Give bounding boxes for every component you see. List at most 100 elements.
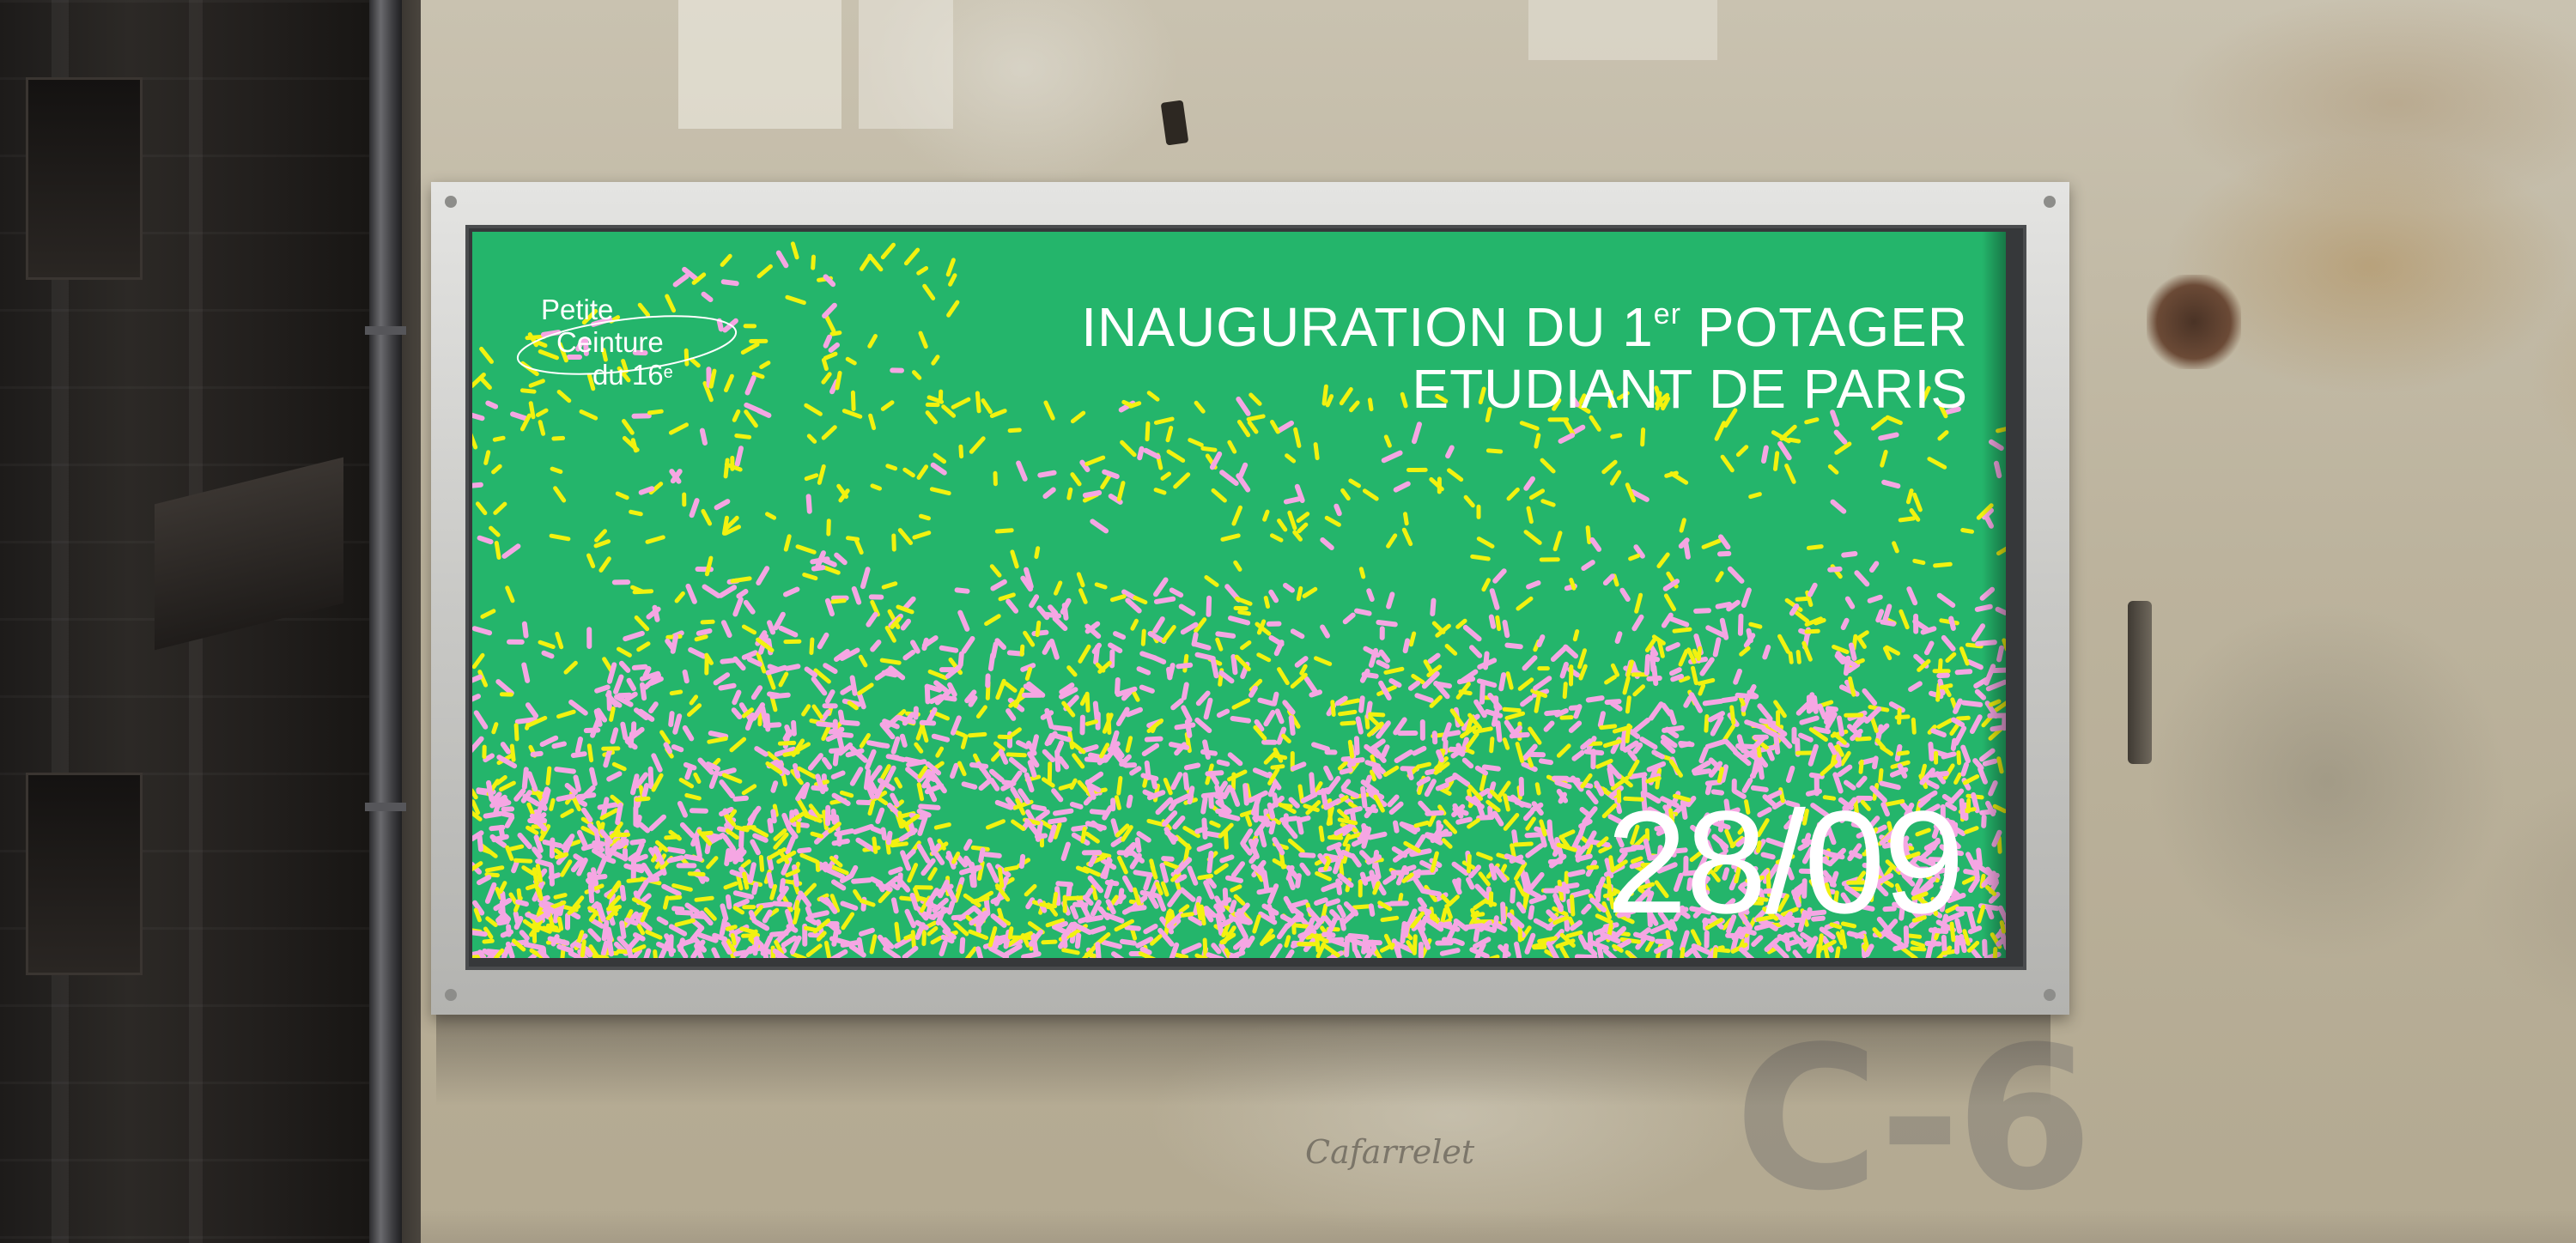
sprinkle-yellow — [951, 397, 971, 409]
sprinkle-pink — [1966, 908, 1977, 931]
sprinkle-yellow — [1570, 894, 1576, 917]
sprinkle-yellow — [1472, 726, 1493, 734]
sprinkle-yellow — [1552, 531, 1563, 552]
sprinkle-pink — [841, 719, 860, 726]
sprinkle-yellow — [1146, 818, 1165, 828]
sprinkle-pink — [1110, 836, 1125, 847]
sprinkle-pink — [1249, 685, 1258, 698]
sprinkle-pink — [1008, 756, 1028, 773]
sprinkle-pink — [606, 771, 623, 782]
sprinkle-pink — [499, 899, 507, 921]
sprinkle-pink — [1168, 742, 1190, 750]
sprinkle-yellow — [823, 351, 838, 361]
sprinkle-yellow — [609, 706, 616, 722]
sprinkle-pink — [1524, 831, 1546, 839]
headline-line1: INAUGURATION DU 1er POTAGER — [1081, 296, 1968, 358]
sprinkle-yellow — [1625, 949, 1637, 958]
sprinkle-pink — [500, 810, 514, 819]
sprinkle-pink — [1268, 820, 1276, 835]
sprinkle-yellow — [885, 464, 898, 471]
sprinkle-yellow — [1330, 700, 1336, 717]
sprinkle-yellow — [1061, 948, 1080, 955]
sprinkle-pink — [1444, 774, 1459, 784]
sprinkle-yellow — [1315, 870, 1332, 882]
sprinkle-yellow — [1227, 769, 1248, 782]
sprinkle-yellow — [1485, 448, 1504, 454]
sprinkle-yellow — [1912, 492, 1923, 512]
sprinkle-pink — [951, 914, 966, 921]
sprinkle-pink — [1451, 861, 1469, 876]
sprinkle-yellow — [1287, 510, 1297, 531]
sprinkle-yellow — [1003, 865, 1019, 872]
sprinkle-pink — [718, 682, 737, 691]
sprinkle-pink — [931, 733, 951, 743]
sprinkle-pink — [1720, 696, 1738, 703]
sprinkle-pink — [1051, 725, 1072, 732]
sprinkle-pink — [1965, 659, 1984, 670]
sprinkle-yellow — [857, 682, 874, 695]
sprinkle-yellow — [1788, 651, 1794, 664]
sprinkle-yellow — [884, 625, 896, 643]
sprinkle-pink — [1115, 677, 1121, 695]
sprinkle-yellow — [491, 722, 499, 735]
sprinkle-pink — [1511, 829, 1519, 846]
sprinkle-pink — [1568, 705, 1583, 711]
sprinkle-pink — [1320, 624, 1330, 639]
sprinkle-yellow — [1634, 592, 1643, 614]
sprinkle-pink — [880, 827, 888, 841]
sprinkle-pink — [885, 830, 893, 846]
sprinkle-yellow — [1528, 488, 1546, 500]
sprinkle-pink — [1249, 852, 1260, 864]
sprinkle-pink — [1216, 708, 1230, 719]
sprinkle-pink — [1361, 671, 1379, 679]
sprinkle-pink — [1042, 640, 1053, 655]
sprinkle-yellow — [535, 864, 544, 882]
sprinkle-pink — [1693, 608, 1711, 614]
sprinkle-yellow — [1292, 530, 1303, 542]
sprinkle-pink — [1924, 640, 1935, 656]
sprinkle-pink — [1455, 877, 1461, 893]
sprinkle-yellow — [555, 631, 564, 650]
sprinkle-pink — [1462, 624, 1482, 642]
sprinkle-yellow — [730, 933, 737, 946]
sprinkle-pink — [682, 669, 690, 684]
sprinkle-pink — [1060, 841, 1071, 862]
sprinkle-pink — [575, 792, 597, 800]
sprinkle-yellow — [921, 930, 927, 947]
sprinkle-yellow — [930, 935, 943, 945]
sprinkle-yellow — [845, 356, 857, 366]
sprinkle-yellow — [667, 894, 683, 900]
sprinkle-yellow — [1505, 671, 1514, 690]
sprinkle-pink — [805, 916, 818, 925]
sprinkle-pink — [770, 780, 779, 793]
sprinkle-yellow — [1534, 694, 1541, 713]
sprinkle-yellow — [995, 678, 1006, 700]
sprinkle-yellow — [1100, 472, 1113, 489]
sprinkle-yellow — [663, 895, 670, 910]
sprinkle-pink — [1311, 742, 1330, 752]
sprinkle-pink — [968, 695, 978, 707]
sprinkle-yellow — [1010, 727, 1022, 737]
sprinkle-yellow — [1604, 675, 1617, 685]
sprinkle-pink — [647, 766, 654, 790]
sprinkle-pink — [1003, 929, 1012, 949]
sprinkle-yellow — [954, 730, 966, 738]
sprinkle-pink — [483, 753, 495, 763]
sprinkle-pink — [666, 846, 686, 855]
sprinkle-pink — [1261, 870, 1270, 892]
sprinkle-yellow — [829, 330, 842, 337]
sprinkle-yellow — [846, 536, 860, 542]
sprinkle-yellow — [1716, 767, 1724, 784]
sprinkle-pink — [875, 742, 890, 749]
sprinkle-pink — [897, 872, 903, 888]
sprinkle-pink — [1406, 766, 1414, 780]
sprinkle-yellow — [560, 859, 573, 877]
sprinkle-pink — [1242, 783, 1249, 806]
sprinkle-pink — [732, 656, 746, 671]
sprinkle-yellow — [538, 420, 546, 436]
building-window — [26, 77, 143, 280]
sprinkle-pink — [587, 883, 595, 904]
sprinkle-yellow — [1247, 420, 1259, 434]
sprinkle-pink — [1543, 720, 1555, 732]
sprinkle-yellow — [790, 241, 799, 260]
